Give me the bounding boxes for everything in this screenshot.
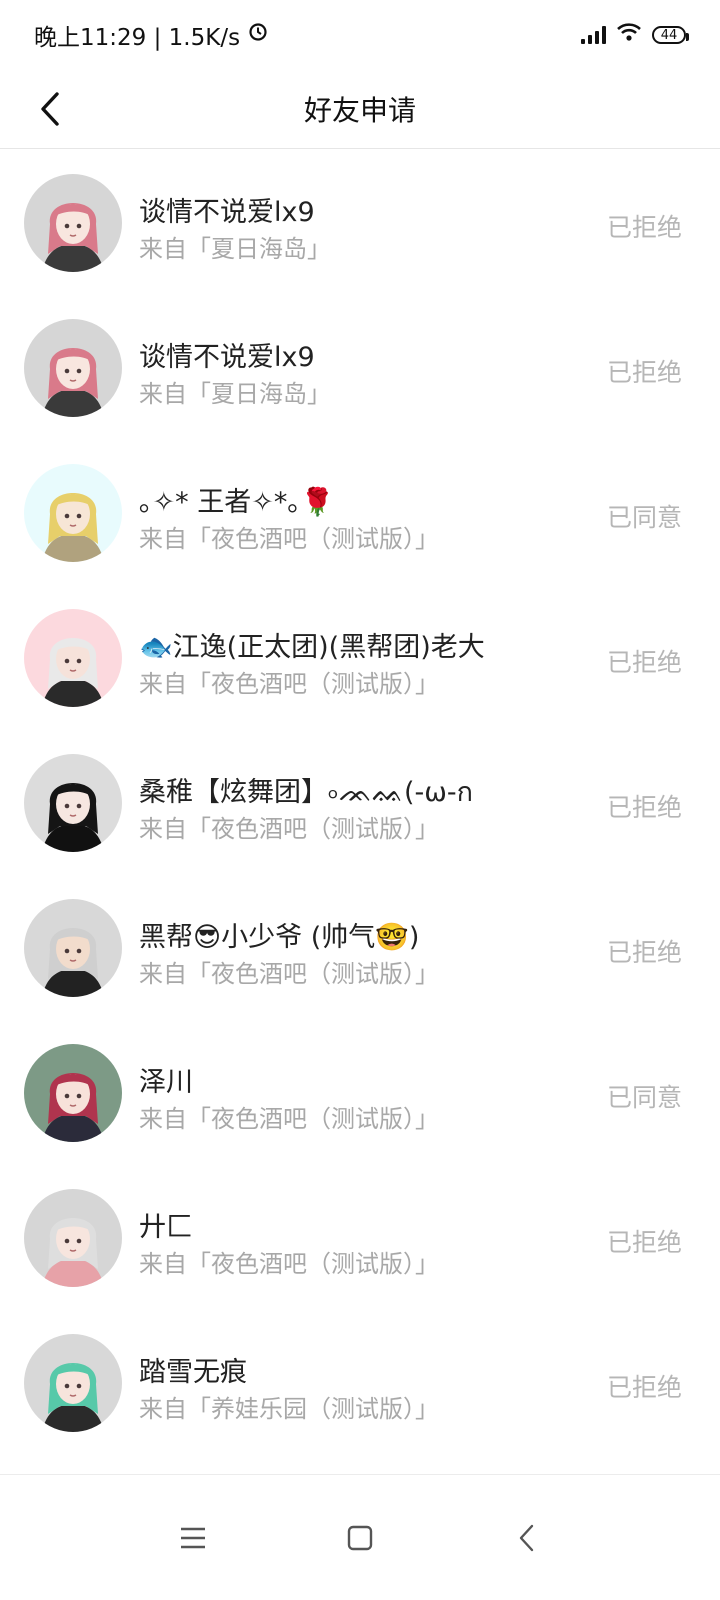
header-bar: 好友申请 bbox=[0, 70, 720, 149]
requester-name: 黑帮😎小少爷 (帅气🤓) bbox=[139, 922, 420, 953]
avatar[interactable] bbox=[24, 1334, 122, 1432]
friend-request-row[interactable]: ｡✧* 王者✧*｡🌹 来自「夜色酒吧（测试版）」 已同意 bbox=[0, 440, 720, 585]
status-bar: 晚上11:29 | 1.5K/s 44 bbox=[0, 0, 720, 70]
request-source: 来自「夜色酒吧（测试版）」 bbox=[139, 670, 439, 698]
request-source: 来自「养娃乐园（测试版）」 bbox=[139, 1395, 439, 1423]
request-status: 已拒绝 bbox=[606, 1228, 682, 1257]
chevron-left-icon bbox=[519, 1524, 533, 1551]
request-source: 来自「夜色酒吧（测试版）」 bbox=[139, 1250, 439, 1278]
avatar[interactable] bbox=[24, 899, 122, 997]
avatar[interactable] bbox=[24, 464, 122, 562]
request-source: 来自「夜色酒吧（测试版）」 bbox=[139, 1105, 439, 1133]
signal-icon bbox=[581, 26, 606, 44]
request-source: 来自「夏日海岛」 bbox=[139, 380, 331, 408]
page-title: 好友申请 bbox=[303, 94, 416, 127]
requester-name: ｡✧* 王者✧*｡🌹 bbox=[139, 487, 335, 518]
request-source: 来自「夏日海岛」 bbox=[139, 235, 331, 263]
chevron-left-icon bbox=[41, 92, 59, 126]
friend-request-row[interactable]: 桑稚【炫舞团】৹ᨏᨐ(-ω-ก 来自「夜色酒吧（测试版）」 已拒绝 bbox=[0, 730, 720, 875]
friend-request-row[interactable]: 🐟江逸(正太团)(黑帮团)老大 来自「夜色酒吧（测试版）」 已拒绝 bbox=[0, 585, 720, 730]
alarm-icon bbox=[248, 22, 268, 48]
battery-icon: 44 bbox=[652, 26, 689, 44]
home-button[interactable] bbox=[330, 1508, 390, 1568]
request-status: 已拒绝 bbox=[606, 793, 682, 822]
friend-request-row[interactable]: 踏雪无痕 来自「养娃乐园（测试版）」 已拒绝 bbox=[0, 1310, 720, 1455]
back-button[interactable] bbox=[28, 87, 72, 131]
request-status: 已同意 bbox=[606, 503, 682, 532]
wifi-icon bbox=[616, 22, 642, 48]
friend-request-row[interactable]: 谈情不说爱lx9 来自「夏日海岛」 已拒绝 bbox=[0, 295, 720, 440]
square-icon bbox=[347, 1525, 373, 1550]
friend-request-row[interactable]: 谈情不说爱lx9 来自「夏日海岛」 已拒绝 bbox=[0, 150, 720, 295]
requester-name: 廾匚 bbox=[139, 1212, 193, 1243]
request-status: 已拒绝 bbox=[606, 1373, 682, 1402]
friend-request-row[interactable]: 黑帮😎小少爷 (帅气🤓) 来自「夜色酒吧（测试版）」 已拒绝 bbox=[0, 875, 720, 1020]
menu-button[interactable] bbox=[163, 1508, 223, 1568]
requester-name: 🐟江逸(正太团)(黑帮团)老大 bbox=[139, 632, 485, 663]
avatar[interactable] bbox=[24, 1044, 122, 1142]
friend-request-row[interactable]: 廾匚 来自「夜色酒吧（测试版）」 已拒绝 bbox=[0, 1165, 720, 1310]
avatar[interactable] bbox=[24, 1189, 122, 1287]
request-source: 来自「夜色酒吧（测试版）」 bbox=[139, 815, 439, 843]
avatar[interactable] bbox=[24, 174, 122, 272]
request-status: 已拒绝 bbox=[606, 358, 682, 387]
friend-request-row[interactable]: 泽川 来自「夜色酒吧（测试版）」 已同意 bbox=[0, 1020, 720, 1165]
avatar[interactable] bbox=[24, 319, 122, 417]
status-left: 晚上11:29 | 1.5K/s bbox=[34, 18, 268, 52]
friend-request-list[interactable]: 来自「夏日海岛」 已同意 谈情不说爱lx9 来自「夏日海岛」 已拒绝 谈情不说爱… bbox=[0, 148, 720, 1474]
status-right: 44 bbox=[581, 22, 689, 48]
requester-name: 泽川 bbox=[139, 1067, 193, 1098]
battery-level: 44 bbox=[660, 27, 678, 43]
nav-back-button[interactable] bbox=[497, 1508, 557, 1568]
avatar[interactable] bbox=[24, 609, 122, 707]
request-status: 已拒绝 bbox=[606, 213, 682, 242]
requester-name: 谈情不说爱lx9 bbox=[139, 342, 315, 373]
status-time-speed: 晚上11:29 | 1.5K/s bbox=[34, 25, 241, 51]
system-nav-bar bbox=[0, 1474, 720, 1600]
requester-name: 踏雪无痕 bbox=[139, 1357, 247, 1388]
request-status: 已拒绝 bbox=[606, 938, 682, 967]
request-status: 已拒绝 bbox=[606, 648, 682, 677]
avatar[interactable] bbox=[24, 754, 122, 852]
request-source: 来自「夜色酒吧（测试版）」 bbox=[139, 525, 439, 553]
menu-icon bbox=[181, 1527, 206, 1548]
requester-name: 谈情不说爱lx9 bbox=[139, 197, 315, 228]
request-source: 来自「夜色酒吧（测试版）」 bbox=[139, 960, 439, 988]
request-status: 已同意 bbox=[606, 1083, 682, 1112]
